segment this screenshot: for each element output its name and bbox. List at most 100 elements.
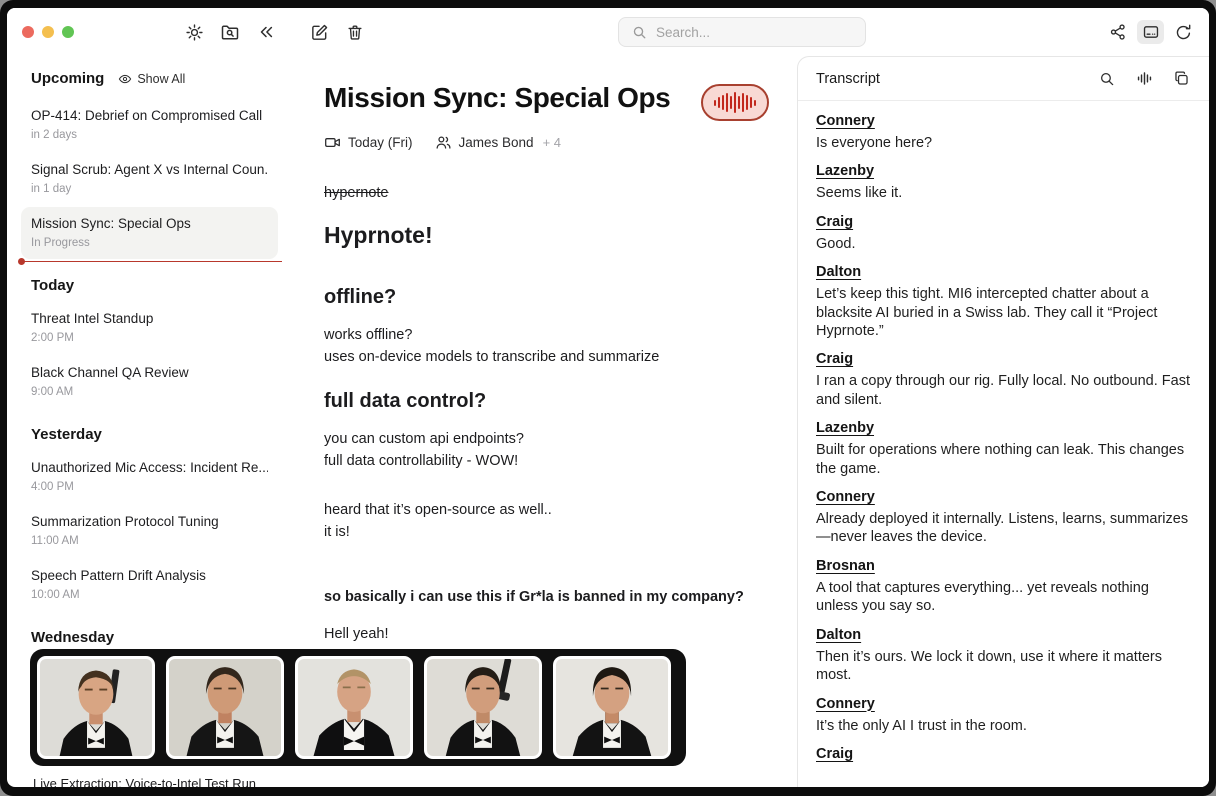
participant-extra-count: + 4 (543, 135, 561, 150)
speaker-label[interactable]: Connery (816, 489, 1191, 505)
people-icon (435, 134, 452, 151)
settings-gear-icon[interactable] (184, 22, 204, 42)
collapse-sidebar-icon[interactable] (256, 22, 276, 42)
show-all-button[interactable]: Show All (118, 72, 185, 86)
speaker-text: A tool that captures everything... yet r… (816, 579, 1191, 616)
transcript-title: Transcript (816, 71, 880, 87)
note-heading-hyprnote: Hyprnote! (324, 222, 797, 249)
speaker-label[interactable]: Connery (816, 113, 1191, 129)
sidebar-item-signal-scrub[interactable]: Signal Scrub: Agent X vs Internal Coun..… (21, 153, 278, 205)
portrait-photo[interactable] (553, 656, 671, 759)
note-line: works offline? (324, 324, 797, 346)
speaker-label[interactable]: Lazenby (816, 420, 1191, 436)
transcript-entry: Dalton Let’s keep this tight. MI6 interc… (816, 264, 1191, 340)
portrait-photo[interactable] (166, 656, 284, 759)
video-camera-icon (324, 134, 341, 151)
sidebar-item-summarization-protocol[interactable]: Summarization Protocol Tuning 11:00 AM (21, 505, 278, 557)
note-line: it is! (324, 521, 797, 543)
sync-refresh-icon[interactable] (1173, 22, 1193, 42)
speaker-label[interactable]: Craig (816, 214, 1191, 230)
transcript-entry: Lazenby Seems like it. (816, 163, 1191, 202)
search-icon (629, 22, 649, 42)
meta-date[interactable]: Today (Fri) (324, 134, 413, 151)
speaker-label[interactable]: Craig (816, 351, 1191, 367)
note-line: you can custom api endpoints? (324, 428, 797, 450)
sidebar-item-black-channel[interactable]: Black Channel QA Review 9:00 AM (21, 356, 278, 408)
delete-note-icon[interactable] (345, 22, 365, 42)
note-title[interactable]: Mission Sync: Special Ops (324, 82, 670, 114)
section-header-upcoming: Upcoming (31, 70, 104, 87)
speaker-label[interactable]: Dalton (816, 627, 1191, 643)
note-line-strikethrough: hypernote (324, 185, 797, 201)
share-icon[interactable] (1108, 22, 1128, 42)
sidebar-item-threat-intel[interactable]: Threat Intel Standup 2:00 PM (21, 302, 278, 354)
new-note-icon[interactable] (309, 22, 329, 42)
speaker-label[interactable]: Connery (816, 696, 1191, 712)
zoom-window-button[interactable] (62, 26, 74, 38)
speaker-text: Let’s keep this tight. MI6 intercepted c… (816, 285, 1191, 340)
toolbar: Search... (7, 8, 1209, 56)
search-input[interactable]: Search... (618, 17, 866, 47)
speaker-text: I ran a copy through our rig. Fully loca… (816, 372, 1191, 409)
note-line-bold-question: so basically i can use this if Gr*la is … (324, 589, 797, 605)
transcript-entry: Craig Good. (816, 214, 1191, 253)
portrait-dalton (556, 659, 668, 756)
speaker-text: Good. (816, 235, 1191, 253)
transcript-entry: Craig I ran a copy through our rig. Full… (816, 351, 1191, 409)
note-line-answer: Hell yeah! (324, 623, 797, 645)
transcript-entry: Brosnan A tool that captures everything.… (816, 558, 1191, 616)
section-header-wednesday: Wednesday (31, 629, 114, 646)
folder-search-icon[interactable] (220, 22, 240, 42)
audio-waveform-icon[interactable] (1134, 69, 1154, 89)
section-header-today: Today (31, 277, 74, 294)
eye-icon (118, 72, 132, 86)
transcript-list[interactable]: Connery Is everyone here? Lazenby Seems … (798, 101, 1209, 773)
widget-panel-icon[interactable] (1137, 20, 1164, 44)
sidebar-item-speech-pattern[interactable]: Speech Pattern Drift Analysis 10:00 AM (21, 559, 278, 611)
speaker-label[interactable]: Lazenby (816, 163, 1191, 179)
speaker-text: Then it’s ours. We lock it down, use it … (816, 648, 1191, 685)
close-window-button[interactable] (22, 26, 34, 38)
portrait-photo[interactable] (295, 656, 413, 759)
speaker-text: Is everyone here? (816, 134, 1191, 152)
copy-transcript-icon[interactable] (1171, 69, 1191, 89)
note-line: heard that it’s open-source as well.. (324, 499, 797, 521)
transcript-entry: Lazenby Built for operations where nothi… (816, 420, 1191, 478)
transcript-search-icon[interactable] (1097, 69, 1117, 89)
meta-participants[interactable]: James Bond + 4 (435, 134, 561, 151)
sidebar-item-unauthorized-mic[interactable]: Unauthorized Mic Access: Incident Re... … (21, 451, 278, 503)
transcript-panel: Transcript (797, 56, 1209, 787)
transcript-entry: Craig (816, 746, 1191, 762)
portrait-brosnan (427, 659, 539, 756)
transcript-entry: Connery Is everyone here? (816, 113, 1191, 152)
transcript-entry: Connery Already deployed it internally. … (816, 489, 1191, 547)
speaker-label[interactable]: Brosnan (816, 558, 1191, 574)
search-placeholder: Search... (656, 25, 710, 40)
portrait-lazenby (169, 659, 281, 756)
sidebar-item-mission-sync[interactable]: Mission Sync: Special Ops In Progress (21, 207, 278, 259)
note-heading-control: full data control? (324, 390, 797, 413)
section-header-yesterday: Yesterday (31, 426, 102, 443)
portrait-photo[interactable] (37, 656, 155, 759)
recording-progress-dot (18, 258, 25, 265)
bond-actors-photo-strip[interactable] (30, 649, 686, 766)
app-window: Search... (0, 0, 1216, 796)
speaker-label[interactable]: Dalton (816, 264, 1191, 280)
portrait-photo[interactable] (424, 656, 542, 759)
note-line: uses on-device models to transcribe and … (324, 346, 797, 368)
portrait-connery (40, 659, 152, 756)
gallery-caption: Live Extraction: Voice-to-Intel Test Run (33, 776, 256, 787)
recording-progress-line (21, 261, 282, 263)
recording-button[interactable] (701, 84, 769, 121)
traffic-lights (22, 26, 74, 38)
speaker-text: Built for operations where nothing can l… (816, 441, 1191, 478)
portrait-craig (298, 659, 410, 756)
transcript-entry: Dalton Then it’s ours. We lock it down, … (816, 627, 1191, 685)
speaker-text: Seems like it. (816, 184, 1191, 202)
transcript-entry: Connery It’s the only AI I trust in the … (816, 696, 1191, 735)
note-body[interactable]: hypernote Hyprnote! offline? works offli… (324, 185, 797, 645)
speaker-text: Already deployed it internally. Listens,… (816, 510, 1191, 547)
speaker-label[interactable]: Craig (816, 746, 1191, 762)
minimize-window-button[interactable] (42, 26, 54, 38)
sidebar-item-op414[interactable]: OP-414: Debrief on Compromised Call in 2… (21, 99, 278, 151)
